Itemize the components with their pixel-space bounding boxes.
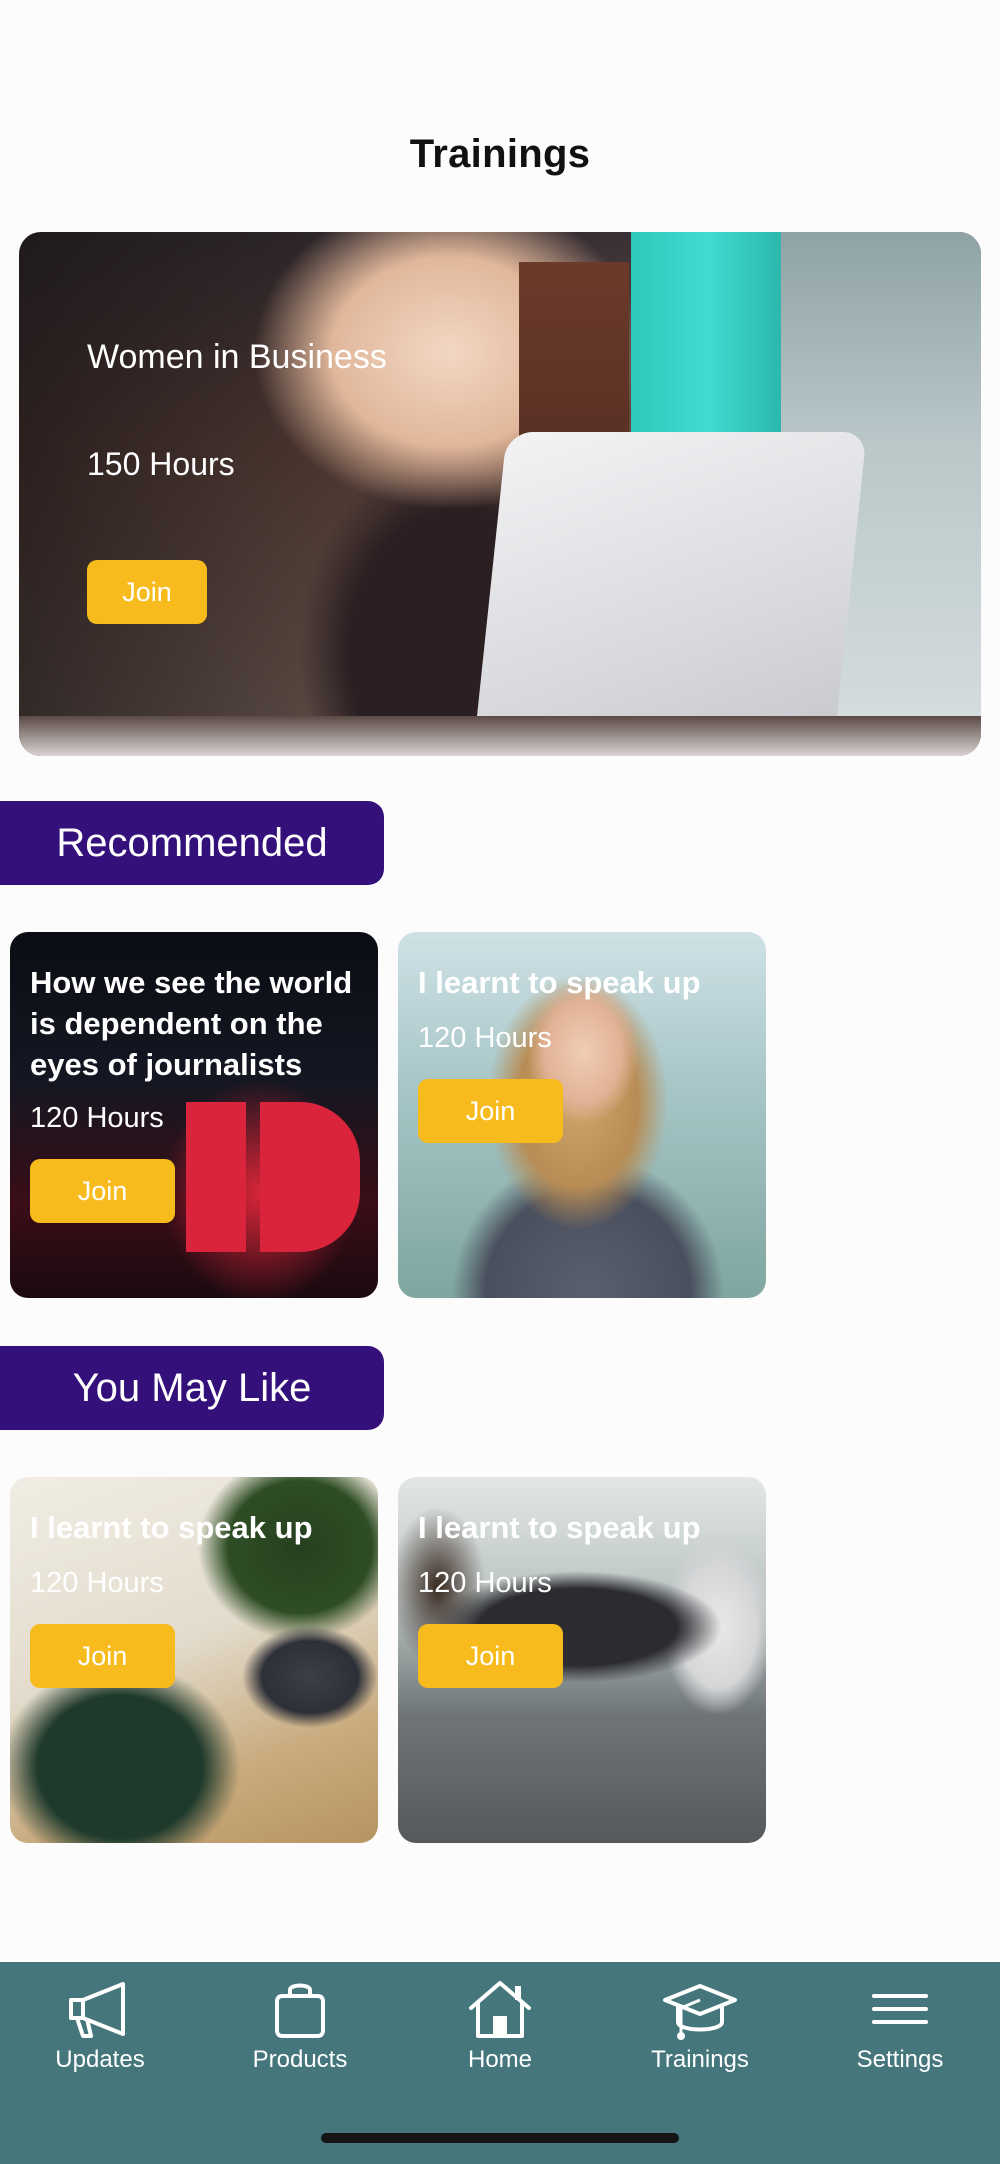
hero-hours: 150 Hours [87,446,235,482]
you-may-like-card-1[interactable]: I learnt to speak up 120 Hours Join [10,1477,378,1843]
home-icon [469,1981,531,2038]
hero-join-button[interactable]: Join [87,560,207,624]
hero-training-card[interactable]: Women in Business 150 Hours Join [19,232,981,756]
card-join-button[interactable]: Join [30,1624,175,1688]
hero-image-desk [19,716,981,756]
card-hours: 120 Hours [418,1022,552,1054]
hero-image-laptop [471,432,867,756]
nav-label: Updates [55,2046,145,2073]
you-may-like-card-2[interactable]: I learnt to speak up 120 Hours Join [398,1477,766,1843]
card-hours: 120 Hours [418,1567,552,1599]
nav-item-settings[interactable]: Settings [800,1962,1000,2102]
recommended-card-1[interactable]: How we see the world is dependent on the… [10,932,378,1298]
card-hours: 120 Hours [30,1102,164,1134]
nav-label: Home [467,2046,533,2073]
card-hours: 120 Hours [30,1567,164,1599]
shopping-bag-icon [275,1983,325,2038]
graduation-cap-icon [663,1984,737,2040]
nav-item-products[interactable]: Products [200,1962,400,2102]
card-title: I learnt to speak up [418,1510,701,1545]
nav-label: Settings [856,2046,944,2073]
menu-icon [872,1994,928,2024]
home-indicator [321,2133,679,2143]
nav-item-home[interactable]: Home [400,1962,600,2102]
megaphone-icon [69,1982,125,2038]
nav-item-trainings[interactable]: Trainings [600,1962,800,2102]
nav-label: Products [252,2046,348,2073]
hero-title: Women in Business [87,338,387,376]
card-join-button[interactable]: Join [418,1079,563,1143]
nav-item-updates[interactable]: Updates [0,1962,200,2102]
card-title: How we see the world is dependent on the… [30,965,353,1082]
nav-label: Trainings [651,2046,749,2073]
page-title: Trainings [409,132,591,176]
card-join-button[interactable]: Join [418,1624,563,1688]
card-image-letter [186,1102,246,1252]
recommended-card-2[interactable]: I learnt to speak up 120 Hours Join [398,932,766,1298]
card-image-letter [260,1102,360,1252]
card-join-button[interactable]: Join [30,1159,175,1223]
recommended-section-tab[interactable]: Recommended [0,801,384,885]
card-title: I learnt to speak up [30,1510,313,1545]
you-may-like-section-tab[interactable]: You May Like [0,1346,384,1430]
card-title: I learnt to speak up [418,965,701,1000]
